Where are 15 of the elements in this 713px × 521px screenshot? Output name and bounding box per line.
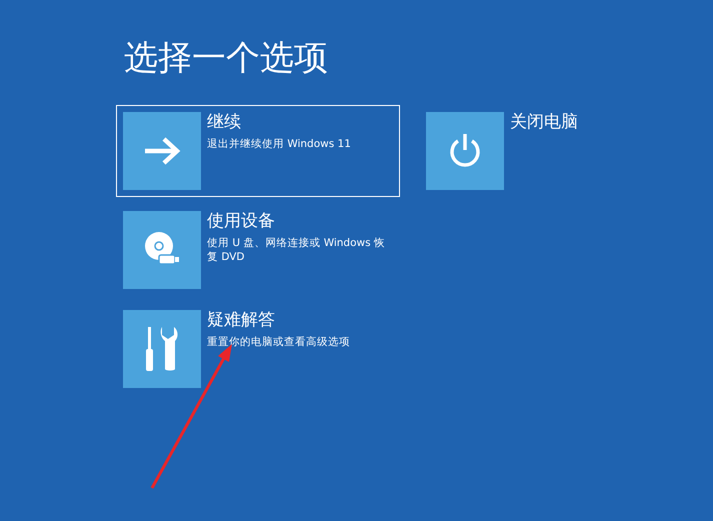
option-card[interactable]: 使用设备 使用 U 盘、网络连接或 Windows 恢复 DVD [116,204,400,296]
power-icon [448,133,482,169]
option-card[interactable]: 继续 退出并继续使用 Windows 11 [116,105,400,197]
option-label: 使用设备 [207,210,275,232]
option-label: 继续 [207,111,241,133]
option-label: 关闭电脑 [510,111,578,133]
page-title: 选择一个选项 [124,37,329,80]
option-description: 重置你的电脑或查看高级选项 [207,335,350,349]
arrow-icon [143,136,181,166]
option-description: 退出并继续使用 Windows 11 [207,137,351,151]
option-card[interactable]: 疑难解答 重置你的电脑或查看高级选项 [116,303,400,395]
option-description: 使用 U 盘、网络连接或 Windows 恢复 DVD [207,236,385,264]
option-label: 疑难解答 [207,309,275,331]
tools-icon [145,327,179,371]
option-card[interactable]: 关闭电脑 [419,105,703,197]
